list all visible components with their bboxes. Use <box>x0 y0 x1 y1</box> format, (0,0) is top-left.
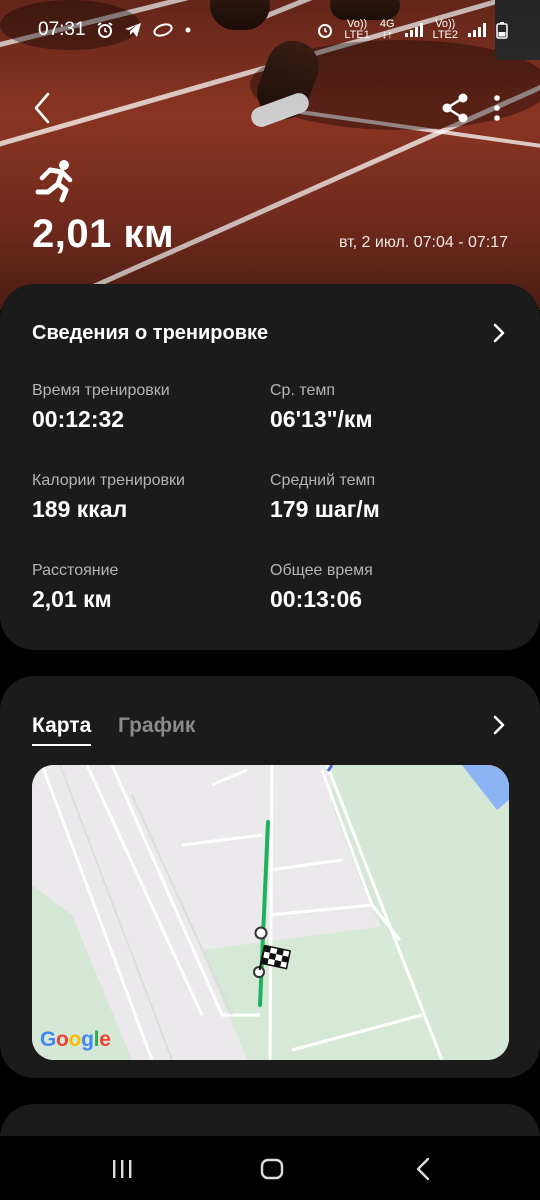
alarm-icon <box>318 24 333 38</box>
network-type: 4G ↓↑ <box>380 19 395 41</box>
metric-label: Средний темп <box>270 472 376 489</box>
checkered-flag-icon <box>258 945 292 971</box>
back-arrow-icon[interactable] <box>28 86 58 130</box>
details-title: Сведения о тренировке <box>32 322 269 344</box>
metric-value: 179 шаг/м <box>270 496 380 522</box>
route-map[interactable]: Google <box>32 765 509 1060</box>
workout-date-range: вт, 2 июл. 07:04 - 07:17 <box>338 234 508 251</box>
workout-details-card[interactable]: Сведения о тренировке Время тренировки 0… <box>0 284 540 650</box>
metric-label: Общее время <box>270 562 373 579</box>
status-time: 07:31 <box>38 19 86 40</box>
metric-value: 2,01 км <box>32 586 112 612</box>
notification-dot-icon <box>185 27 191 33</box>
telegram-icon <box>124 23 141 37</box>
status-right: Vo)) LTE1 4G ↓↑ Vo)) LTE2 <box>316 19 508 41</box>
route-start-marker <box>254 926 268 940</box>
metric-label: Расстояние <box>32 562 119 579</box>
metric-value: 00:12:32 <box>32 406 125 432</box>
tab-map[interactable]: Карта <box>32 714 92 746</box>
signal-icon <box>404 23 423 37</box>
status-bar: 07:31 Vo)) LTE1 4G ↓↑ Vo)) LTE2 <box>0 0 540 60</box>
nav-back-icon[interactable] <box>414 1156 432 1182</box>
metric-value: 189 ккал <box>32 496 128 522</box>
metric-label: Ср. темп <box>270 382 336 399</box>
chevron-right-icon[interactable] <box>492 322 506 344</box>
tab-chart[interactable]: График <box>118 714 195 738</box>
google-logo: Google <box>40 1028 111 1051</box>
signal-icon <box>468 23 486 37</box>
sim2-lte: LTE2 <box>432 29 458 41</box>
recent-apps-icon[interactable] <box>111 1158 133 1180</box>
share-icon[interactable] <box>438 90 472 126</box>
more-vertical-icon[interactable] <box>484 90 510 126</box>
alarm-icon <box>97 22 113 38</box>
battery-icon <box>496 22 508 39</box>
sim2-label: Vo)) LTE2 <box>433 19 458 41</box>
network-arrows: ↓↑ <box>381 29 393 41</box>
home-icon[interactable] <box>260 1158 284 1180</box>
running-icon <box>35 160 73 203</box>
workout-distance: 2,01 км <box>32 212 175 256</box>
app-notification-icon <box>152 23 173 37</box>
map-card: Карта График Google <box>0 676 540 1078</box>
status-left: 07:31 <box>38 19 192 41</box>
metric-value: 06'13"/км <box>270 406 373 432</box>
sim1-lte: LTE1 <box>344 29 370 41</box>
metric-value: 00:13:06 <box>270 586 363 612</box>
metric-label: Время тренировки <box>32 382 170 399</box>
chevron-right-icon[interactable] <box>492 714 506 736</box>
metric-label: Калории тренировки <box>32 472 185 489</box>
route-line <box>258 820 270 1007</box>
system-nav-bar <box>0 1136 540 1200</box>
sim1-label: Vo)) LTE1 <box>344 19 369 41</box>
top-app-bar <box>0 86 540 130</box>
